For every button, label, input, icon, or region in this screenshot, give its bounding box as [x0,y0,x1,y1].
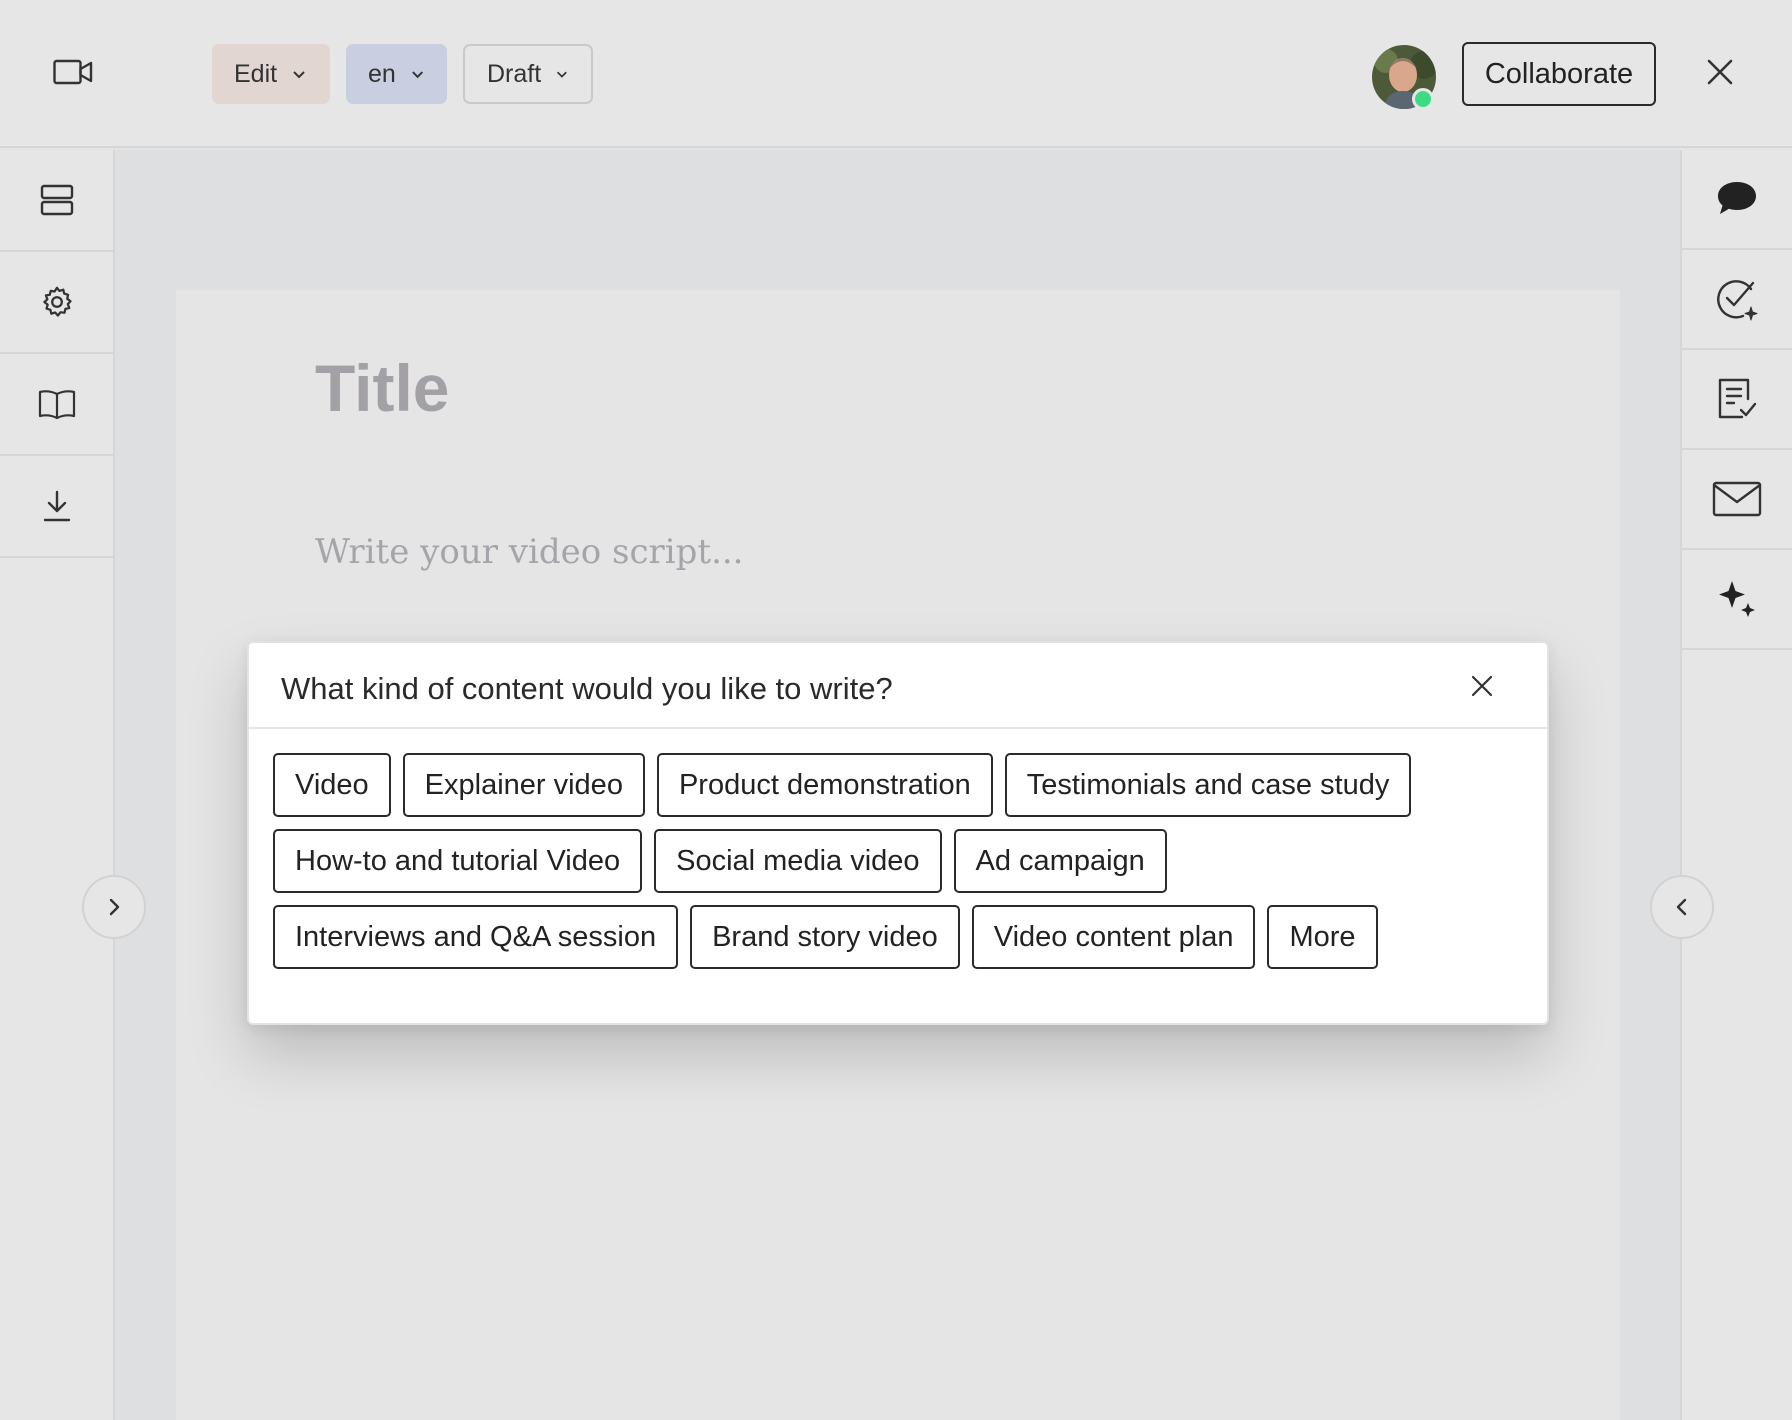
language-dropdown-label: en [368,59,396,88]
dialog-question: What kind of content would you like to w… [281,671,893,706]
gear-icon [42,286,72,317]
close-icon[interactable] [1700,52,1740,92]
dialog-header: What kind of content would you like to w… [249,643,1547,729]
layout-icon [40,184,73,216]
option-explainer-video[interactable]: Explainer video [402,753,645,817]
chevron-down-icon [411,71,423,79]
expand-left-panel-button[interactable] [82,875,146,939]
right-sidebar [1680,150,1792,1420]
language-dropdown[interactable]: en [346,44,447,104]
title-placeholder[interactable]: Title [315,350,449,426]
chevron-left-icon [1676,898,1687,916]
options-row: Video Explainer video Product demonstrat… [273,753,1533,817]
option-how-to-tutorial[interactable]: How-to and tutorial Video [273,829,643,893]
option-testimonials[interactable]: Testimonials and case study [1004,753,1412,817]
option-brand-story-video[interactable]: Brand story video [690,905,960,969]
option-social-media-video[interactable]: Social media video [654,829,942,893]
option-ad-campaign[interactable]: Ad campaign [953,829,1167,893]
mail-icon [1712,481,1762,517]
options-row: How-to and tutorial Video Social media v… [273,829,1533,893]
close-icon[interactable] [1465,669,1499,703]
online-status-dot [1412,88,1434,110]
ai-review-button[interactable] [1682,250,1792,350]
mode-dropdown-label: Edit [234,59,278,88]
checklist-document-icon [1718,378,1757,419]
expand-right-panel-button[interactable] [1650,875,1714,939]
ai-assistant-button[interactable] [1682,550,1792,650]
layout-button[interactable] [0,150,113,252]
content-type-dialog: What kind of content would you like to w… [247,641,1549,1025]
option-interviews-qa[interactable]: Interviews and Q&A session [273,905,679,969]
email-button[interactable] [1682,450,1792,550]
top-bar: Edit en Draft Collaborate [0,0,1792,148]
left-sidebar [0,150,115,1420]
option-video[interactable]: Video [273,753,391,817]
collaborate-button[interactable]: Collaborate [1462,42,1656,106]
chat-bubble-icon [1718,182,1756,214]
checklist-button[interactable] [1682,350,1792,450]
script-body-placeholder[interactable]: Write your video script... [315,532,744,572]
library-button[interactable] [0,354,113,456]
option-video-content-plan[interactable]: Video content plan [971,905,1256,969]
content-type-options: Video Explainer video Product demonstrat… [273,753,1533,981]
status-dropdown[interactable]: Draft [463,44,593,104]
chevron-down-icon [293,71,305,79]
book-icon [38,390,75,420]
settings-button[interactable] [0,252,113,354]
option-product-demonstration[interactable]: Product demonstration [656,753,993,817]
comments-button[interactable] [1682,150,1792,250]
sparkle-icon [1719,581,1755,617]
mode-dropdown[interactable]: Edit [212,44,330,104]
download-icon [43,490,70,522]
chevron-down-icon [557,71,568,78]
chevron-right-icon [109,898,120,916]
check-sparkle-icon [1717,280,1758,321]
more-options-button[interactable]: More [1267,905,1378,969]
download-button[interactable] [0,456,113,558]
options-row: Interviews and Q&A session Brand story v… [273,905,1533,969]
video-camera-icon[interactable] [50,52,96,92]
status-dropdown-label: Draft [487,59,542,88]
